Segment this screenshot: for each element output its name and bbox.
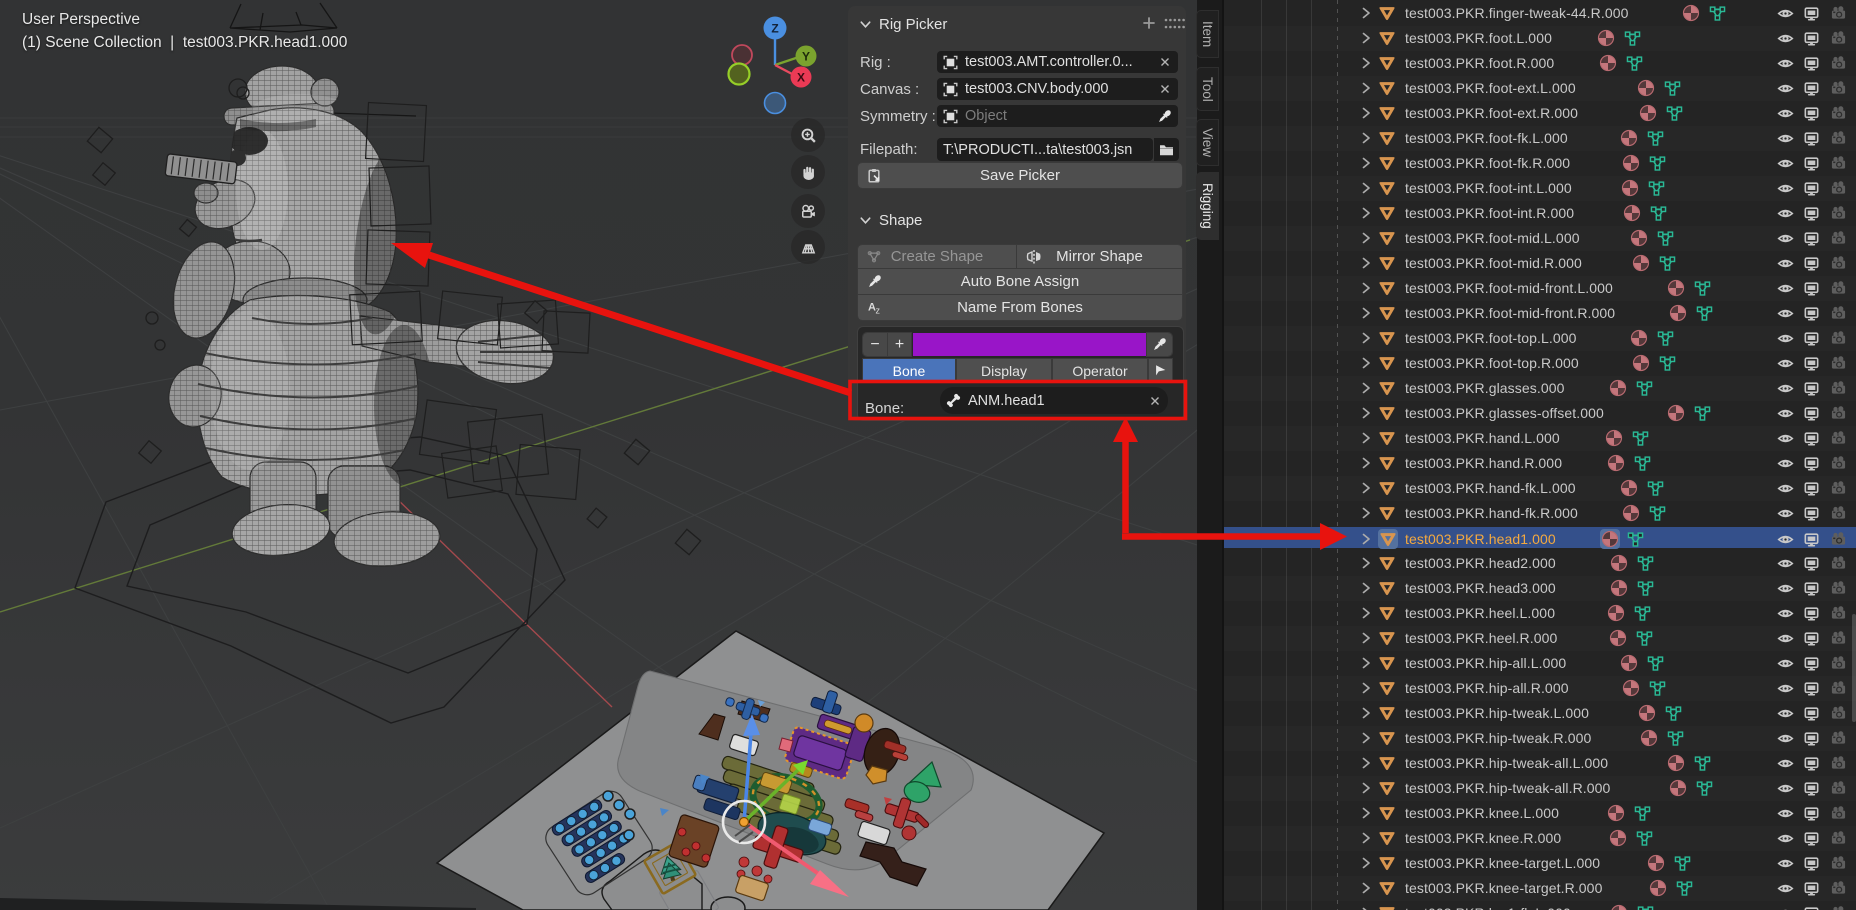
- svg-text:Z: Z: [771, 22, 778, 36]
- svg-text:X: X: [797, 71, 805, 85]
- svg-text:Y: Y: [802, 50, 810, 64]
